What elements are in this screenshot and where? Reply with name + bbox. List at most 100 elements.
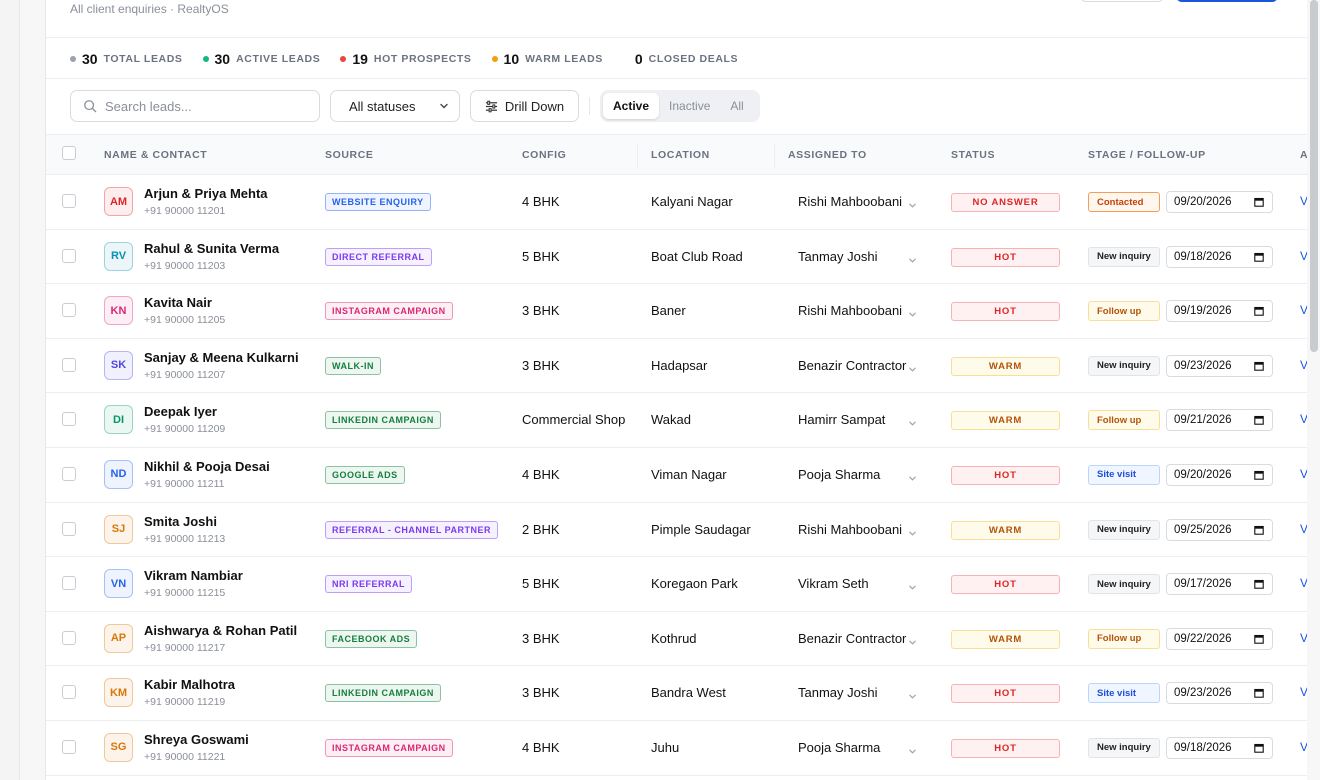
follow-up-date-input[interactable]: 09/22/2026 xyxy=(1166,627,1273,650)
row-action-link[interactable]: V xyxy=(1300,412,1307,426)
col-location[interactable]: LOCATION xyxy=(651,149,710,161)
page-scrollbar[interactable] xyxy=(1310,0,1318,352)
chevron-down-icon[interactable] xyxy=(908,470,917,481)
row-checkbox[interactable] xyxy=(62,739,76,754)
chevron-down-icon[interactable] xyxy=(908,197,917,208)
follow-up-date-input[interactable]: 09/25/2026 xyxy=(1166,518,1273,541)
stage-select[interactable]: Follow up xyxy=(1088,628,1160,649)
follow-up-date-input[interactable]: 09/18/2026 xyxy=(1166,736,1273,759)
follow-up-date-input[interactable]: 09/20/2026 xyxy=(1166,463,1273,486)
chevron-down-icon[interactable] xyxy=(908,306,917,317)
row-action-link[interactable]: V xyxy=(1300,358,1307,372)
stage-select[interactable]: Site visit xyxy=(1088,683,1160,704)
chevron-down-icon[interactable] xyxy=(908,634,917,645)
assigned-to-select[interactable]: Rishi Mahboobani xyxy=(798,522,918,537)
stage-select[interactable]: Follow up xyxy=(1088,301,1160,322)
search-box[interactable] xyxy=(70,90,320,122)
col-config[interactable]: CONFIG xyxy=(522,149,566,161)
follow-up-date-input[interactable]: 09/23/2026 xyxy=(1166,682,1273,705)
assigned-to-select[interactable]: Tanmay Joshi xyxy=(798,249,918,264)
chevron-down-icon[interactable] xyxy=(908,252,917,263)
follow-up-date-input[interactable]: 09/18/2026 xyxy=(1166,245,1273,268)
row-checkbox[interactable] xyxy=(62,466,76,481)
row-action-link[interactable]: V xyxy=(1300,576,1307,590)
row-action-link[interactable]: V xyxy=(1300,631,1307,645)
col-source[interactable]: SOURCE xyxy=(325,149,374,161)
lead-name[interactable]: Smita Joshi xyxy=(144,514,217,529)
config-cell: 3 BHK xyxy=(522,357,560,373)
follow-up-date-input[interactable]: 09/20/2026 xyxy=(1166,191,1273,213)
lead-name[interactable]: Aishwarya & Rohan Patil xyxy=(144,623,297,638)
assigned-to-select[interactable]: Pooja Sharma xyxy=(798,467,918,482)
chevron-down-icon[interactable] xyxy=(908,743,917,754)
stage-select[interactable]: Site visit xyxy=(1088,464,1160,485)
lead-name[interactable]: Rahul & Sunita Verma xyxy=(144,241,279,256)
col-stage-follow-up[interactable]: STAGE / FOLLOW-UP xyxy=(1088,149,1206,161)
stage-select[interactable]: New inquiry xyxy=(1088,246,1160,267)
row-action-link[interactable]: V xyxy=(1300,194,1307,208)
lead-name[interactable]: Deepak Iyer xyxy=(144,404,217,419)
chevron-down-icon[interactable] xyxy=(908,525,917,536)
assigned-to-select[interactable]: Rishi Mahboobani xyxy=(798,303,918,318)
col-name-contact[interactable]: NAME & CONTACT xyxy=(104,149,207,161)
col-actions[interactable]: A xyxy=(1300,149,1307,161)
stage-select[interactable]: New inquiry xyxy=(1088,519,1160,540)
follow-up-date-input[interactable]: 09/21/2026 xyxy=(1166,409,1273,432)
row-action-link[interactable]: V xyxy=(1300,467,1307,481)
segment-active[interactable]: Active xyxy=(603,93,660,119)
row-checkbox[interactable] xyxy=(62,412,76,427)
lead-name[interactable]: Sanjay & Meena Kulkarni xyxy=(144,350,299,365)
lead-name[interactable]: Shreya Goswami xyxy=(144,732,249,747)
stage-select[interactable]: New inquiry xyxy=(1088,574,1160,595)
col-status[interactable]: STATUS xyxy=(951,149,995,161)
assigned-to-select[interactable]: Rishi Mahboobani xyxy=(798,194,918,209)
row-checkbox[interactable] xyxy=(62,248,76,263)
row-checkbox[interactable] xyxy=(62,685,76,700)
drill-down-button[interactable]: Drill Down xyxy=(470,90,579,122)
col-assigned-to[interactable]: ASSIGNED TO xyxy=(788,149,867,161)
stage-select[interactable]: Follow up xyxy=(1088,410,1160,431)
row-action-link[interactable]: V xyxy=(1300,522,1307,536)
lead-name[interactable]: Nikhil & Pooja Desai xyxy=(144,459,270,474)
stage-select[interactable]: Contacted xyxy=(1088,192,1160,212)
row-checkbox[interactable] xyxy=(62,194,76,208)
assigned-to-select[interactable]: Tanmay Joshi xyxy=(798,685,918,700)
row-checkbox[interactable] xyxy=(62,576,76,591)
follow-up-date-input[interactable]: 09/17/2026 xyxy=(1166,573,1273,596)
assigned-to-select[interactable]: Benazir Contractor xyxy=(798,358,918,373)
follow-up-date-input[interactable]: 09/23/2026 xyxy=(1166,354,1273,377)
row-action-link[interactable]: V xyxy=(1300,740,1307,754)
row-action-link[interactable]: V xyxy=(1300,249,1307,263)
row-checkbox[interactable] xyxy=(62,303,76,318)
stage-select[interactable]: New inquiry xyxy=(1088,737,1160,758)
stage-select[interactable]: New inquiry xyxy=(1088,355,1160,376)
lead-name[interactable]: Arjun & Priya Mehta xyxy=(144,186,268,201)
segment-all[interactable]: All xyxy=(720,93,753,119)
follow-up-date-input[interactable]: 09/19/2026 xyxy=(1166,300,1273,323)
row-action-link[interactable]: V xyxy=(1300,303,1307,317)
header-secondary-button[interactable] xyxy=(1080,0,1164,2)
location-cell: Pimple Saudagar xyxy=(651,521,751,537)
chevron-down-icon[interactable] xyxy=(908,688,917,700)
assigned-to-select[interactable]: Benazir Contractor xyxy=(798,631,918,646)
chevron-down-icon[interactable] xyxy=(908,415,917,427)
assigned-to-select[interactable]: Hamirr Sampat xyxy=(798,412,918,427)
search-input[interactable] xyxy=(105,98,305,114)
lead-name[interactable]: Kavita Nair xyxy=(144,295,212,310)
row-action-link[interactable]: V xyxy=(1300,685,1307,699)
follow-up-date-value: 09/22/2026 xyxy=(1174,632,1232,645)
lead-name[interactable]: Kabir Malhotra xyxy=(144,677,235,692)
row-checkbox[interactable] xyxy=(62,357,76,372)
status-filter-select[interactable]: All statuses xyxy=(330,90,460,122)
assigned-to-select[interactable]: Vikram Seth xyxy=(798,576,918,591)
row-checkbox[interactable] xyxy=(62,521,76,536)
assigned-to-select[interactable]: Pooja Sharma xyxy=(798,740,918,755)
select-all-checkbox[interactable] xyxy=(62,146,76,160)
table-row: SG Shreya Goswami +91 90000 11221 INSTAGRAM… xyxy=(46,721,1307,776)
chevron-down-icon[interactable] xyxy=(908,361,917,372)
row-checkbox[interactable] xyxy=(62,630,76,645)
chevron-down-icon[interactable] xyxy=(908,579,917,590)
segment-inactive[interactable]: Inactive xyxy=(659,93,720,119)
lead-name[interactable]: Vikram Nambiar xyxy=(144,568,243,583)
header-primary-button[interactable] xyxy=(1176,0,1278,2)
